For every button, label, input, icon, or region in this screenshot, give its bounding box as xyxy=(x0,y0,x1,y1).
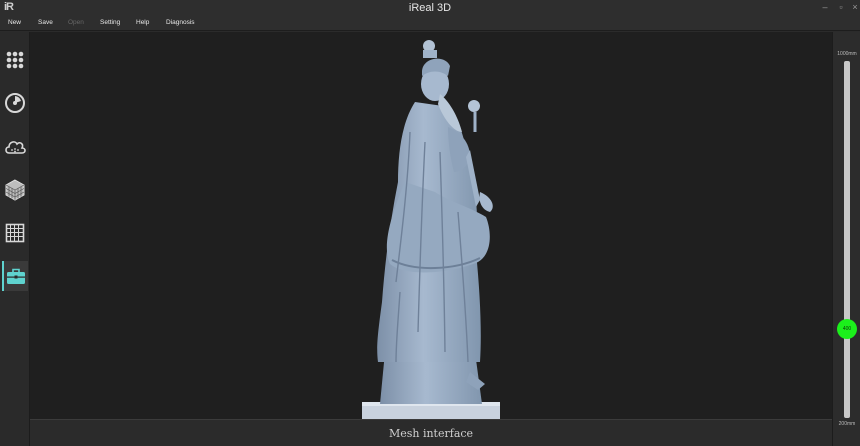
tool-scan-button[interactable] xyxy=(2,88,28,118)
toolbox-icon xyxy=(7,268,25,284)
left-toolbar xyxy=(0,32,30,446)
menu-open[interactable]: Open xyxy=(68,16,84,30)
menu-bar: New Save Open Setting Help Diagnosis xyxy=(0,16,860,31)
minimize-button[interactable]: – xyxy=(818,1,832,14)
title-bar: iR iReal 3D – ▫ × xyxy=(0,0,860,16)
grid-icon xyxy=(5,223,25,243)
point-cloud-icon xyxy=(5,141,26,154)
tool-toolbox-button[interactable] xyxy=(2,261,28,291)
menu-save[interactable]: Save xyxy=(38,16,53,30)
menu-diagnosis[interactable]: Diagnosis xyxy=(166,16,195,30)
grid-dots-icon xyxy=(6,51,24,69)
menu-help[interactable]: Help xyxy=(136,16,149,30)
mesh-cube-icon xyxy=(5,179,25,201)
scan-dial-icon xyxy=(5,93,25,113)
close-button[interactable]: × xyxy=(848,1,860,14)
status-bar: Mesh interface xyxy=(30,419,832,446)
3d-viewport[interactable] xyxy=(30,32,832,419)
depth-slider-track[interactable] xyxy=(844,61,850,418)
tool-device-button[interactable] xyxy=(2,45,28,75)
depth-slider-knob[interactable]: 400 xyxy=(837,318,857,339)
menu-new[interactable]: New xyxy=(8,16,21,30)
status-text: Mesh interface xyxy=(388,427,474,440)
tool-pointcloud-button[interactable] xyxy=(2,132,28,162)
maximize-button[interactable]: ▫ xyxy=(834,1,848,14)
tool-grid-button[interactable] xyxy=(2,218,28,248)
slider-min-label: 200mm xyxy=(838,421,856,427)
menu-setting[interactable]: Setting xyxy=(100,16,120,30)
slider-max-label: 1000mm xyxy=(837,51,857,57)
depth-slider-panel: 1000mm 400 200mm xyxy=(832,32,860,446)
mesh-model xyxy=(362,40,500,419)
tool-mesh-button[interactable] xyxy=(2,175,28,205)
window-title: iReal 3D xyxy=(408,2,452,14)
